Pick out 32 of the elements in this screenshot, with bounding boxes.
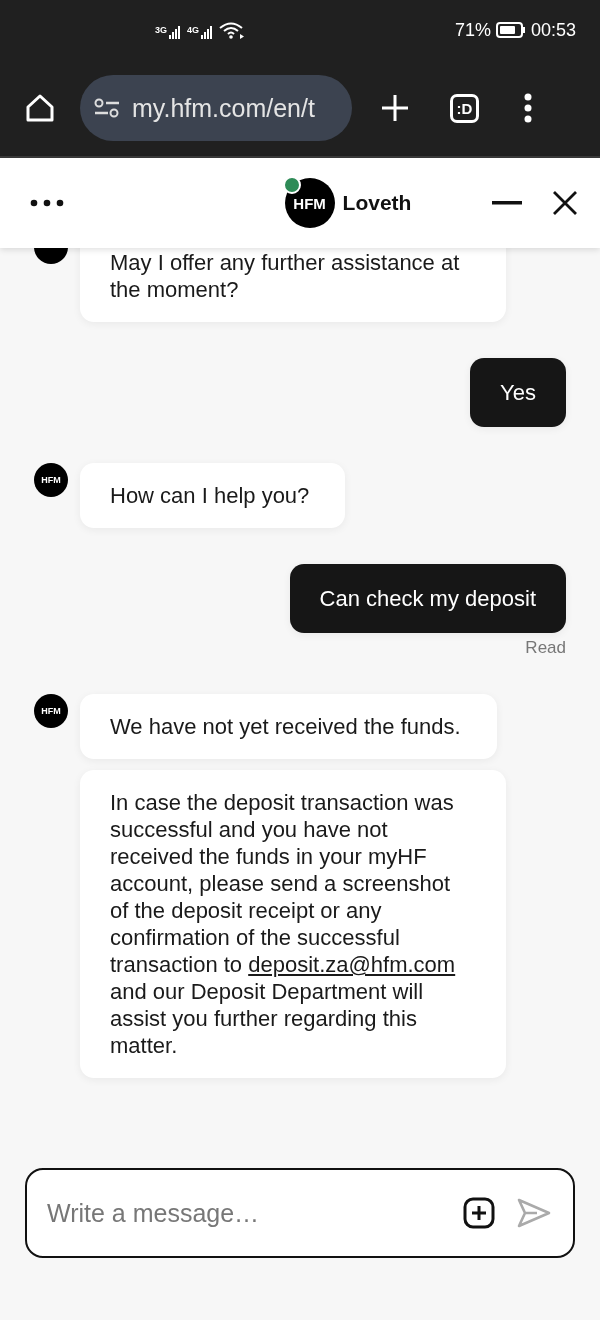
- site-settings-icon[interactable]: [94, 97, 120, 119]
- network-label: 4G: [187, 25, 200, 35]
- signal-icon: [167, 25, 181, 39]
- message-bubble: May I offer any further assistance at the moment?: [80, 248, 506, 322]
- agent-name: Loveth: [342, 191, 412, 215]
- battery-percent: 71%: [454, 19, 491, 41]
- minimize-icon[interactable]: [492, 200, 522, 206]
- tabs-button[interactable]: :D: [450, 93, 479, 123]
- message-bubble: Can check my deposit: [289, 564, 566, 633]
- email-link[interactable]: deposit.za@hfm.com: [248, 952, 456, 977]
- message-bubble: Yes: [470, 358, 566, 427]
- wifi-icon: [219, 21, 246, 39]
- address-bar[interactable]: my.hfm.com/en/t: [80, 75, 352, 141]
- logo-text: HFM: [41, 706, 61, 716]
- message-field[interactable]: Write a message…: [45, 1197, 441, 1229]
- close-icon[interactable]: [552, 190, 578, 216]
- message-bubble: In case the deposit transaction was successful and you have not received the funds in your myHF account, please send a screenshot of the deposit receipt or any confirmation of the successful transaction to deposit.za@hfm.com and our Deposit Department will assist you further regarding this matter.: [80, 770, 506, 1078]
- signal-icon: [199, 25, 214, 39]
- clock-time: 00:53: [530, 19, 576, 41]
- attach-icon[interactable]: [463, 1197, 495, 1229]
- network-label: 3G: [155, 25, 167, 35]
- plus-icon[interactable]: [380, 93, 410, 123]
- message-bubble: We have not yet received the funds.: [80, 694, 497, 759]
- logo-text: HFM: [41, 475, 61, 485]
- battery-icon: [495, 22, 526, 38]
- more-icon[interactable]: [30, 199, 64, 207]
- logo-text: HFM: [293, 194, 326, 212]
- url-text: my.hfm.com/en/t: [132, 93, 315, 123]
- read-receipt: Read: [525, 638, 566, 658]
- menu-icon[interactable]: [523, 93, 533, 123]
- message-bubble: How can I help you?: [80, 463, 346, 528]
- home-icon[interactable]: [24, 92, 56, 124]
